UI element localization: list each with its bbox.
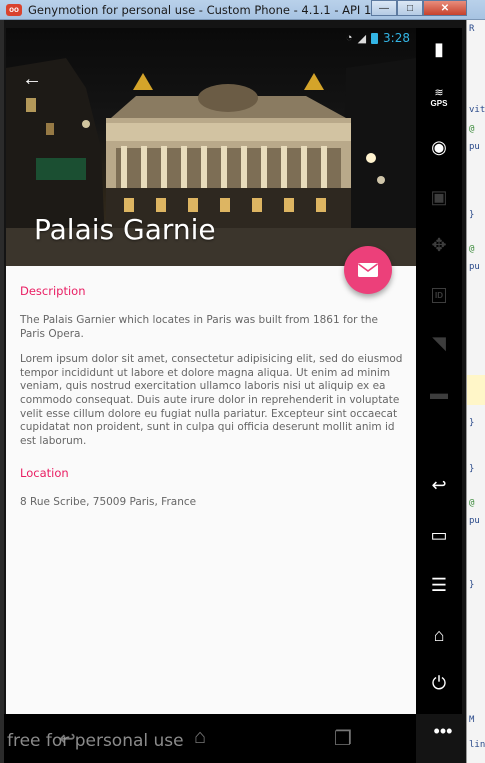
window-title: Genymotion for personal use - Custom Pho… [28,2,390,17]
detail-content: Description The Palais Garnier which loc… [20,278,405,510]
back-arrow-icon[interactable]: ← [20,68,44,92]
maximize-button[interactable]: □ [397,0,423,16]
battery-widget-icon[interactable]: ▮ [416,34,462,64]
gps-widget-icon[interactable]: ≋ GPS [416,82,462,112]
device-screen: ← Palais Garnie Description The Palais G… [6,28,416,714]
wifi-icon: ◔ [345,32,353,44]
menu-icon[interactable]: ☰ [416,570,462,600]
webcam-widget-icon[interactable]: ◉ [416,132,462,162]
screencast-icon: ▣ [430,186,448,207]
section-title-description: Description [20,284,86,298]
recent-apps-icon[interactable]: ▭ [416,520,462,550]
more-options-icon[interactable]: ••• [420,716,466,746]
description-paragraph: The Palais Garnier which locates in Pari… [20,314,379,340]
email-fab-button[interactable] [344,246,392,294]
ide-background-sliver: R vit @ pu } @ pu } } @ pu } M lin [466,20,485,763]
close-button[interactable]: ✕ [423,0,467,16]
device-id-icon: ID [416,280,462,310]
power-icon[interactable]: ⏻ [416,668,462,698]
nav-home-icon[interactable]: ⌂ [194,726,206,749]
home-icon[interactable]: ⌂ [416,620,462,650]
battery-icon [371,32,379,44]
nav-recents-icon[interactable]: ❐ [334,726,352,751]
watermark-text: free for personal use [7,731,184,751]
mail-icon [358,263,378,277]
sms-icon: ▬ [430,382,448,403]
hero-title: Palais Garnie [34,213,216,246]
android-status-bar: ◔ ◢ 3:28 [6,28,416,48]
rss-icon: ◥ [432,332,446,353]
signal-icon: ◢ [357,32,367,45]
window-title-bar: oo Genymotion for personal use - Custom … [0,0,485,20]
lorem-paragraph: Lorem ipsum dolor sit amet, consectetur … [20,353,403,447]
genymotion-control-panel: ▮ ≋ GPS ◉ ▣ ✥ ID ◥ ▬ ↩ ▭ ☰ ⌂ ⏻ [416,28,462,714]
dpad-icon: ✥ [431,234,447,255]
hero-image: ← Palais Garnie [6,28,416,266]
back-button-icon[interactable]: ↩ [416,470,462,500]
location-address: 8 Rue Scribe, 75009 Paris, France [20,496,197,509]
status-clock: 3:28 [383,31,410,45]
genymotion-logo-icon: oo [6,3,22,16]
minimize-button[interactable]: — [371,0,397,16]
section-title-location: Location [20,466,69,481]
